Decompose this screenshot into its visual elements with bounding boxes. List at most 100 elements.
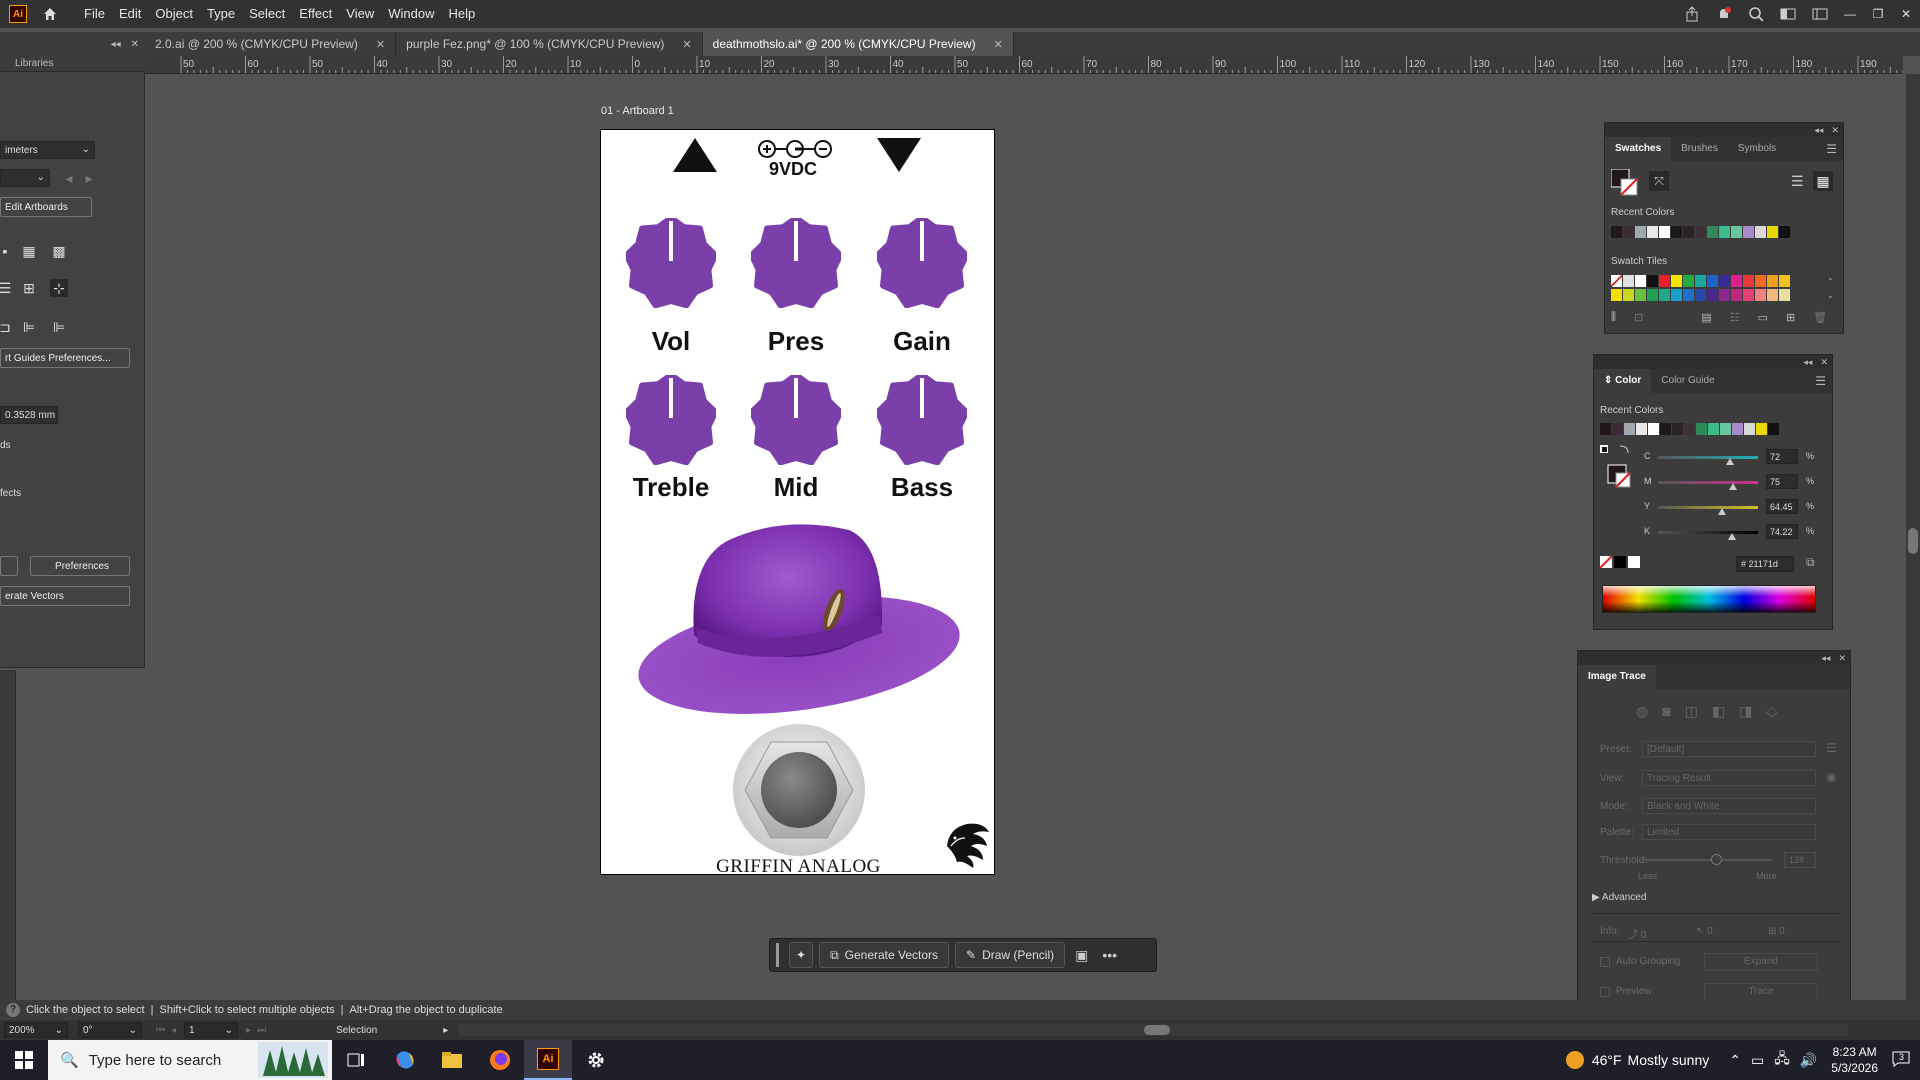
next-artboard-icon[interactable]: ▸ <box>80 169 98 187</box>
high-color-icon[interactable]: ◙ <box>1662 703 1670 720</box>
place-swatch-icon[interactable]: ⊡ <box>1634 311 1643 324</box>
close-tab-icon[interactable]: ✕ <box>990 38 1007 51</box>
notification-bell-icon[interactable] <box>1708 0 1740 28</box>
libraries-tab[interactable]: Libraries <box>0 56 145 72</box>
battery-icon[interactable]: ▭ <box>1751 1052 1764 1069</box>
delete-swatch-icon[interactable]: 🗑 <box>1813 311 1827 324</box>
threshold-field[interactable]: 128 <box>1784 852 1816 868</box>
copy-hex-icon[interactable]: ⧉ <box>1806 555 1815 570</box>
outline-icon[interactable]: ◇ <box>1766 703 1777 720</box>
volume-icon[interactable]: 🔊 <box>1800 1052 1817 1069</box>
generate-vectors-button[interactable]: erate Vectors <box>0 586 130 606</box>
new-swatch-icon[interactable]: ⊞ <box>1786 311 1795 324</box>
swatch[interactable] <box>1779 275 1791 287</box>
channel-thumb[interactable] <box>1729 483 1737 490</box>
swatch[interactable] <box>1684 423 1696 435</box>
swatch[interactable] <box>1779 289 1791 301</box>
task-view-icon[interactable] <box>332 1040 380 1080</box>
swatch[interactable] <box>1732 423 1744 435</box>
drag-handle[interactable] <box>776 943 779 967</box>
search-icon[interactable] <box>1740 0 1772 28</box>
view-dropdown[interactable]: Tracing Result <box>1642 770 1816 786</box>
rulers-icon[interactable]: ▪ <box>0 242 14 260</box>
close-panel-icon[interactable]: ✕ <box>1838 653 1846 664</box>
menu-select[interactable]: Select <box>242 0 292 28</box>
weather-desc[interactable]: Mostly sunny <box>1628 1052 1710 1068</box>
menu-effect[interactable]: Effect <box>292 0 339 28</box>
image-icon[interactable]: ▣ <box>1071 947 1092 964</box>
swatch[interactable] <box>1695 275 1707 287</box>
previous-artboard-icon[interactable]: ◂ <box>60 169 78 187</box>
collapse-panel-icon[interactable]: ◂◂ <box>1814 125 1823 136</box>
horizontal-scrollbar[interactable] <box>458 1024 1849 1036</box>
swatch[interactable] <box>1635 289 1647 301</box>
mode-dropdown[interactable]: Black and White <box>1642 798 1816 814</box>
channel-value[interactable]: 64.45 <box>1766 499 1798 514</box>
low-color-icon[interactable]: ◫ <box>1685 703 1698 720</box>
swatch[interactable] <box>1683 226 1695 238</box>
swatch[interactable] <box>1719 275 1731 287</box>
swatch[interactable] <box>1624 423 1636 435</box>
swatch[interactable] <box>1611 226 1623 238</box>
tab-document-2[interactable]: purple Fez.png* @ 100 % (CMYK/CPU Previe… <box>396 32 703 56</box>
grid-view-icon[interactable]: ▦ <box>1813 171 1833 191</box>
smart-guides-icon[interactable]: ⊹ <box>50 279 68 297</box>
fill-stroke-icon[interactable] <box>1600 445 1634 499</box>
close-icon[interactable]: ✕ <box>1892 0 1920 28</box>
vertical-scrollbar[interactable] <box>1906 74 1920 1000</box>
menu-file[interactable]: File <box>77 0 112 28</box>
previous-artboard-icon[interactable]: ◂ <box>171 1025 176 1036</box>
channel-thumb[interactable] <box>1726 458 1734 465</box>
fill-stroke-icon[interactable] <box>1611 169 1639 197</box>
snap-point-icon[interactable]: ⊐ <box>0 318 14 336</box>
workspace-switcher-icon[interactable] <box>1804 0 1836 28</box>
last-artboard-icon[interactable]: ⏭ <box>257 1025 266 1036</box>
document-setup-button[interactable] <box>0 556 18 576</box>
home-icon[interactable] <box>39 3 61 25</box>
panel-menu-icon[interactable]: ☰ <box>1815 374 1826 388</box>
swatch[interactable] <box>1743 226 1755 238</box>
swatch[interactable] <box>1755 275 1767 287</box>
menu-object[interactable]: Object <box>148 0 200 28</box>
minimize-icon[interactable]: — <box>1836 0 1864 28</box>
guides-icon[interactable]: ☰ <box>0 279 14 297</box>
zoom-field[interactable]: 200% ⌄ <box>4 1022 68 1038</box>
swatch[interactable] <box>1600 423 1612 435</box>
swatch[interactable] <box>1647 226 1659 238</box>
snap-glyph-icon[interactable]: ⊫ <box>50 318 68 336</box>
menu-view[interactable]: View <box>339 0 381 28</box>
weather-temp[interactable]: 46°F <box>1592 1052 1622 1068</box>
channel-value[interactable]: 74.22 <box>1766 524 1798 539</box>
tab-symbols[interactable]: Symbols <box>1728 137 1786 161</box>
firefox-icon[interactable] <box>476 1040 524 1080</box>
swatch[interactable] <box>1659 275 1671 287</box>
swatch[interactable] <box>1611 275 1623 287</box>
app-logo[interactable]: Ai <box>9 5 27 23</box>
preset-dropdown[interactable]: [Default] <box>1642 741 1816 757</box>
windows-start-icon[interactable] <box>0 1040 48 1080</box>
grid-icon[interactable]: ▦ <box>20 242 38 260</box>
swatch[interactable] <box>1671 226 1683 238</box>
swatch[interactable] <box>1719 289 1731 301</box>
channel-track[interactable] <box>1658 506 1758 509</box>
channel-thumb[interactable] <box>1718 508 1727 515</box>
list-view-icon[interactable]: ☰ <box>1791 173 1804 190</box>
close-panel-icon[interactable]: ✕ <box>131 39 139 50</box>
chevron-up-icon[interactable]: ⌃ <box>1729 1052 1741 1069</box>
swatch[interactable] <box>1779 226 1791 238</box>
swatch[interactable] <box>1647 275 1659 287</box>
tab-document-3[interactable]: deathmothslo.ai* @ 200 % (CMYK/CPU Previ… <box>702 32 1014 56</box>
edit-artboards-button[interactable]: Edit Artboards <box>0 197 92 217</box>
artboard-number-field[interactable]: 1 ⌄ <box>184 1022 239 1038</box>
illustrator-taskbar-icon[interactable]: Ai <box>524 1040 572 1080</box>
more-options-icon[interactable]: ••• <box>1098 947 1121 963</box>
swatch[interactable] <box>1731 289 1743 301</box>
taskbar-search[interactable]: 🔍 Type here to search <box>48 1040 332 1080</box>
auto-grouping-checkbox[interactable] <box>1600 957 1610 967</box>
swatch[interactable] <box>1731 226 1743 238</box>
network-icon[interactable]: 🖧 <box>1774 1048 1790 1072</box>
clock[interactable]: 8:23 AM 5/3/2026 <box>1831 1044 1878 1076</box>
channel-track[interactable] <box>1658 481 1758 484</box>
swatch[interactable] <box>1743 275 1755 287</box>
channel-value[interactable]: 75 <box>1766 474 1798 489</box>
